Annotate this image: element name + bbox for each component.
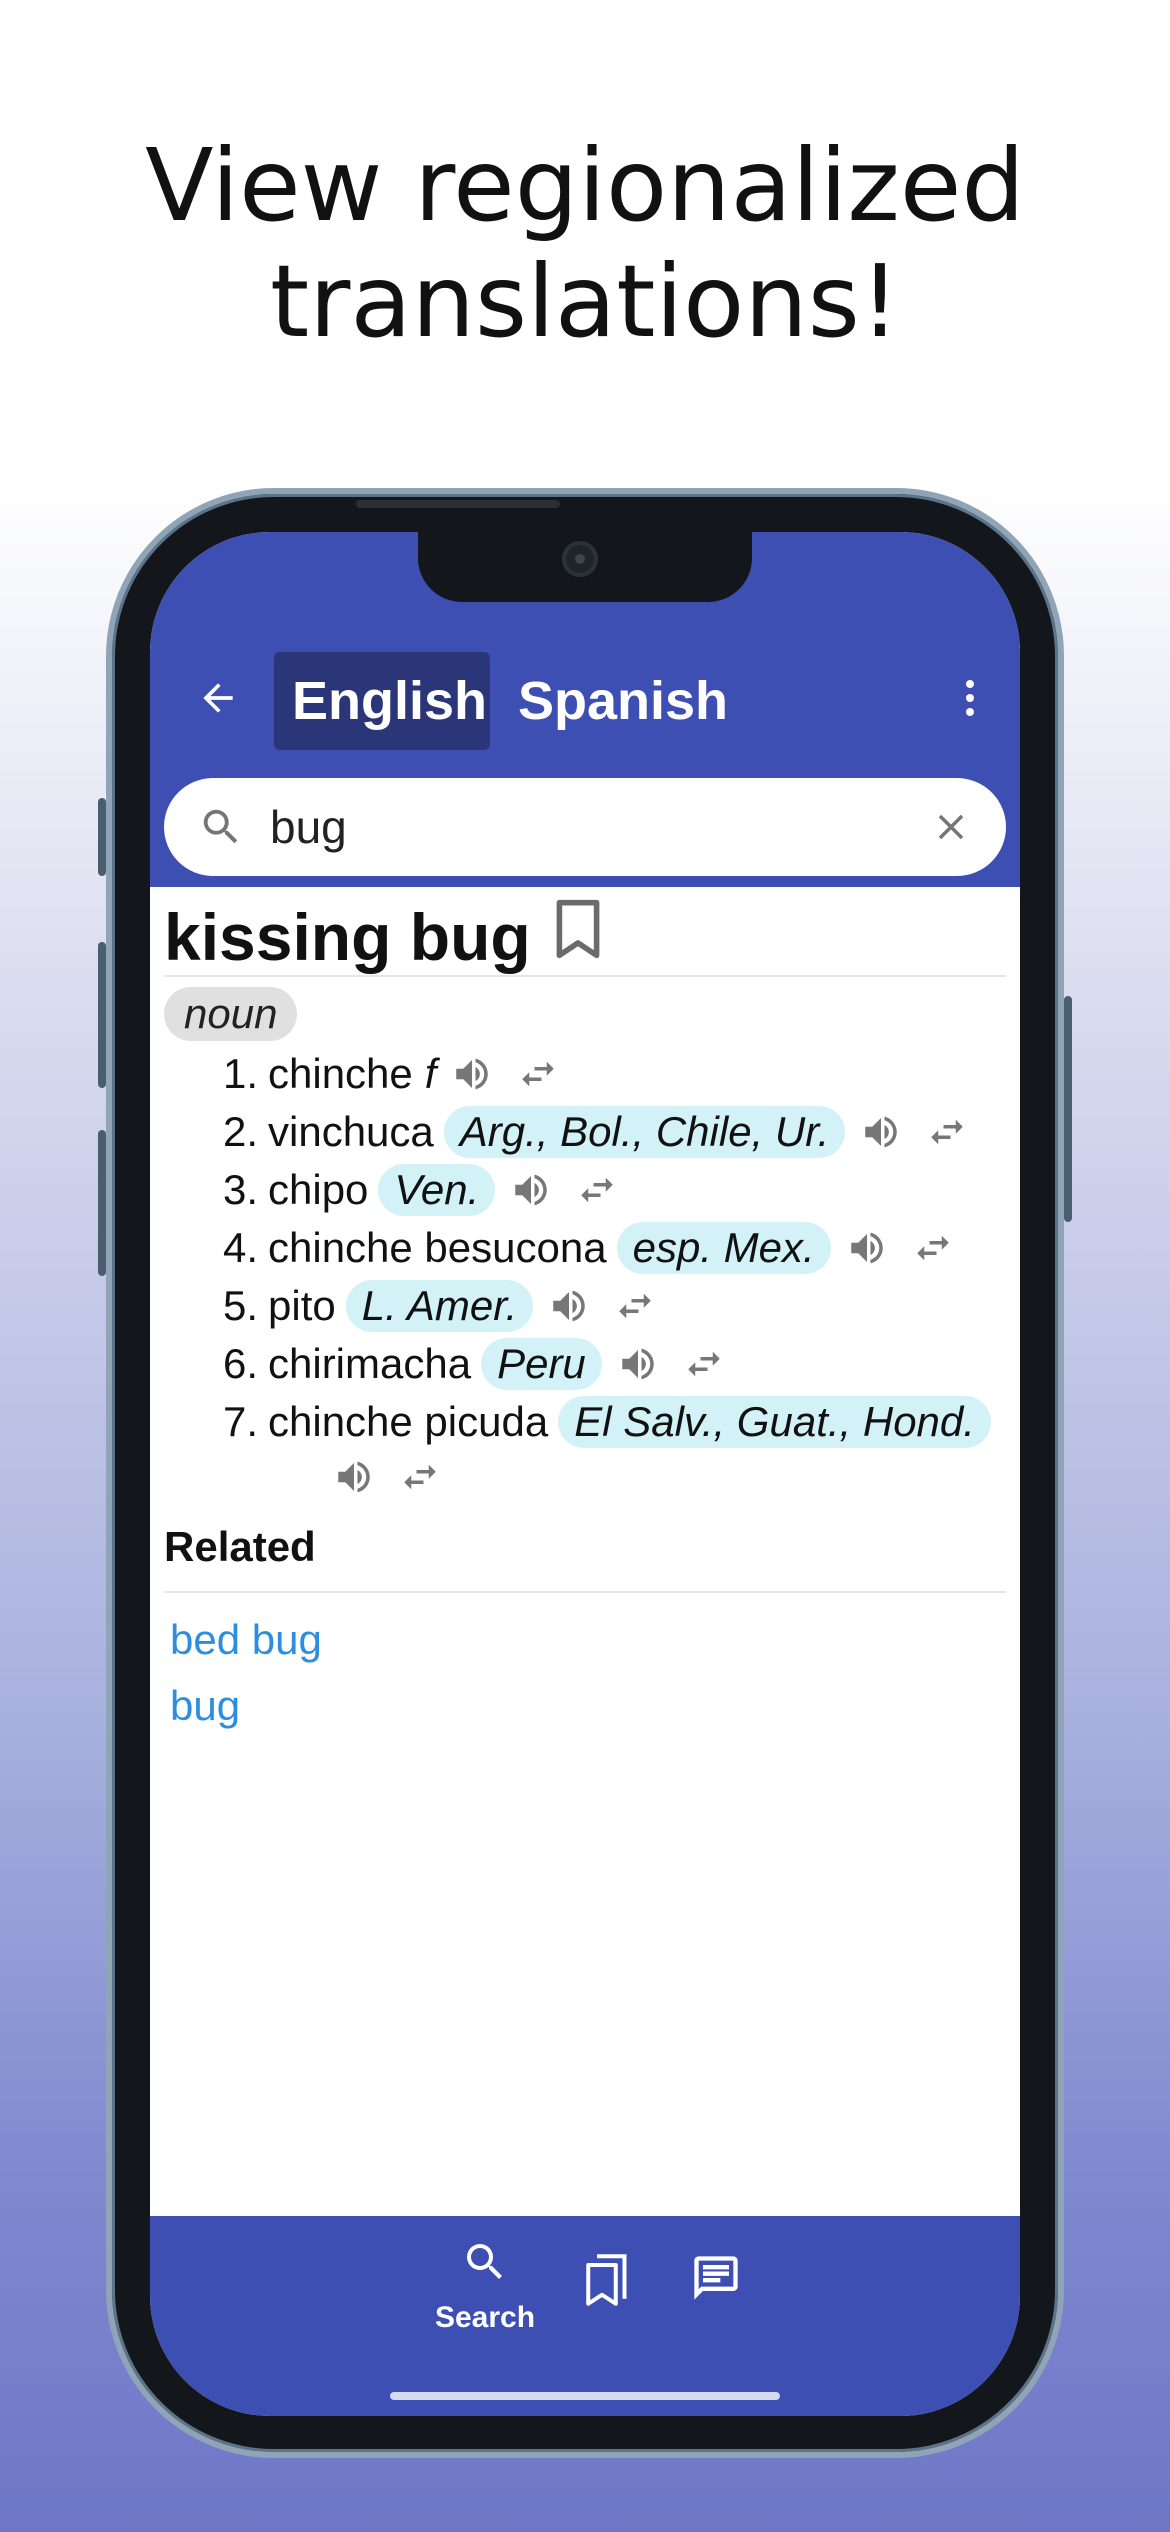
nav-item-search[interactable]: Search	[410, 2238, 560, 2335]
speaker-icon[interactable]	[545, 1280, 593, 1332]
search-input[interactable]	[270, 778, 870, 876]
swap-horizontal-icon[interactable]	[611, 1280, 659, 1332]
sense-number: 2.	[222, 1108, 258, 1155]
close-icon[interactable]	[930, 806, 972, 848]
sense-number: 1.	[222, 1050, 258, 1097]
phone-speaker	[356, 500, 560, 508]
notch	[418, 532, 752, 602]
search-icon	[198, 804, 244, 855]
swap-horizontal-icon[interactable]	[680, 1338, 728, 1390]
tab-english[interactable]: English	[274, 652, 490, 750]
more-vert-icon[interactable]	[950, 670, 990, 726]
phone-side-button	[98, 798, 106, 876]
speaker-icon[interactable]	[330, 1451, 378, 1503]
search-bar	[164, 778, 1006, 876]
related-heading: Related	[164, 1523, 316, 1570]
sense-list: 1. chinche f 2. vinchuca Arg., Bol., Chile, U…	[200, 1045, 1020, 1503]
related-divider	[164, 1591, 1006, 1593]
sense-item: 4. chinche besucona esp. Mex.	[200, 1219, 1020, 1277]
sense-translation[interactable]: chinche picuda	[268, 1393, 548, 1451]
sense-translation[interactable]: pito	[268, 1277, 336, 1335]
entry-headword: kissing bug	[164, 900, 531, 974]
sense-number: 6.	[222, 1340, 258, 1387]
region-chip: El Salv., Guat., Hond.	[558, 1396, 991, 1448]
related-link-bug[interactable]: bug	[170, 1673, 322, 1739]
sense-number: 7.	[222, 1398, 258, 1445]
sense-item: 1. chinche f	[200, 1045, 1020, 1103]
sense-item: 5. pito L. Amer.	[200, 1277, 1020, 1335]
speaker-icon[interactable]	[614, 1338, 662, 1390]
speaker-icon[interactable]	[507, 1164, 555, 1216]
bookmarks-icon[interactable]	[582, 2252, 632, 2313]
region-chip: Arg., Bol., Chile, Ur.	[443, 1106, 846, 1158]
region-chip: esp. Mex.	[616, 1222, 831, 1274]
sense-number: 4.	[222, 1224, 258, 1271]
home-indicator	[390, 2392, 780, 2400]
swap-horizontal-icon[interactable]	[573, 1164, 621, 1216]
speaker-icon[interactable]	[448, 1048, 496, 1100]
phone-volume-down-button	[98, 1130, 106, 1276]
part-of-speech-badge: noun	[164, 987, 298, 1041]
region-chip: Peru	[481, 1338, 602, 1390]
sense-translation[interactable]: chinche besucona	[268, 1219, 607, 1277]
related-list: bed bug bug	[170, 1607, 322, 1739]
sense-item: 2. vinchuca Arg., Bol., Chile, Ur.	[200, 1103, 1020, 1161]
sense-translation[interactable]: chipo	[268, 1161, 368, 1219]
phone-power-button	[1064, 996, 1072, 1222]
promo-headline: View regionalized translations!	[0, 128, 1170, 360]
chat-icon[interactable]	[690, 2252, 742, 2309]
sense-item: 6. chirimacha Peru	[200, 1335, 1020, 1393]
phone-volume-up-button	[98, 942, 106, 1088]
sense-item: 7. chinche picuda El Salv., Guat., Hond.	[200, 1393, 1020, 1503]
sense-item: 3. chipo Ven.	[200, 1161, 1020, 1219]
back-arrow-icon[interactable]	[190, 670, 246, 726]
sense-translation[interactable]: vinchuca	[268, 1103, 434, 1161]
region-chip: Ven.	[378, 1164, 496, 1216]
bookmark-outline-icon[interactable]	[553, 887, 603, 987]
sense-number: 3.	[222, 1166, 258, 1213]
title-divider	[164, 975, 1006, 977]
speaker-icon[interactable]	[843, 1222, 891, 1274]
swap-horizontal-icon[interactable]	[396, 1451, 444, 1503]
nav-search-icon	[461, 2244, 509, 2290]
app-screen: English Spanish kissing bug noun 1.chinc…	[150, 532, 1020, 2416]
sense-translation[interactable]: chinche	[268, 1045, 413, 1103]
sense-translation[interactable]: chirimacha	[268, 1335, 471, 1393]
swap-horizontal-icon[interactable]	[909, 1222, 957, 1274]
entry-headword-row: kissing bug	[164, 887, 603, 987]
speaker-icon[interactable]	[857, 1106, 905, 1158]
sense-gender: f	[424, 1050, 437, 1097]
swap-horizontal-icon[interactable]	[923, 1106, 971, 1158]
region-chip: L. Amer.	[345, 1280, 534, 1332]
promo-headline-line2: translations!	[270, 243, 900, 360]
sense-number: 5.	[222, 1282, 258, 1329]
promo-headline-line1: View regionalized	[145, 127, 1025, 244]
camera-icon	[562, 541, 598, 577]
swap-horizontal-icon[interactable]	[514, 1048, 562, 1100]
related-link-bed-bug[interactable]: bed bug	[170, 1607, 322, 1673]
tab-spanish[interactable]: Spanish	[500, 652, 746, 750]
bottom-navigation: Search	[150, 2216, 1020, 2416]
nav-search-label: Search	[434, 2301, 536, 2334]
